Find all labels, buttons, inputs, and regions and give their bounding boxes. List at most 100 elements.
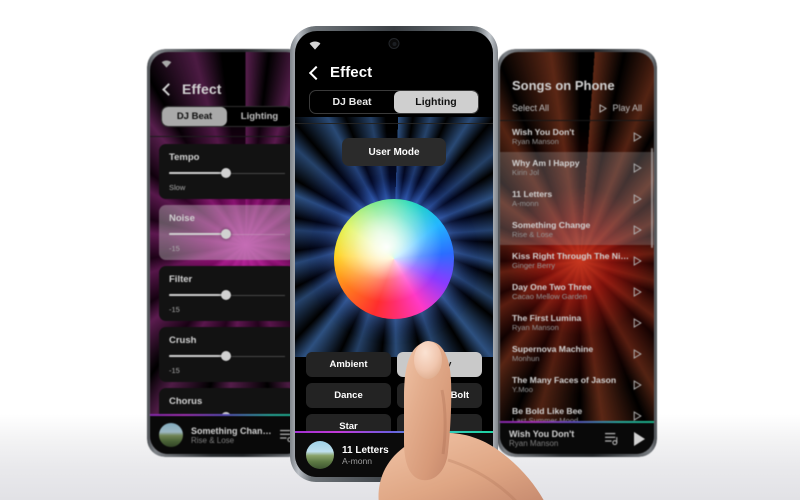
play-outline-icon <box>633 317 642 328</box>
effect-slider[interactable] <box>169 290 285 300</box>
effect-label: Chorus <box>169 396 203 407</box>
effect-card-tempo[interactable]: Tempo Slow <box>159 144 295 199</box>
song-play-button[interactable] <box>633 317 642 328</box>
song-play-button[interactable] <box>633 348 642 359</box>
wifi-icon <box>309 41 321 50</box>
effect-label: Tempo <box>169 152 200 163</box>
center-app-header: Effect <box>295 61 493 90</box>
screenshot-stage: Effect DJ Beat Lighting Tempo Slow Noise… <box>0 0 800 500</box>
color-wheel-area <box>295 166 493 352</box>
song-play-button[interactable] <box>633 131 642 142</box>
song-artist: Rise & Lose <box>512 230 553 239</box>
song-title: The First Lumina <box>512 313 582 323</box>
back-chevron-icon[interactable] <box>308 65 324 80</box>
play-outline-icon <box>633 379 642 390</box>
play-icon[interactable] <box>634 431 645 446</box>
song-play-button[interactable] <box>633 162 642 173</box>
slider-knob[interactable] <box>221 290 232 300</box>
effect-value: -15 <box>169 244 180 253</box>
song-play-button[interactable] <box>633 224 642 235</box>
song-play-button[interactable] <box>633 286 642 297</box>
effect-slider[interactable] <box>169 351 285 361</box>
hand-pointing-finger <box>378 341 544 500</box>
song-play-button[interactable] <box>633 255 642 266</box>
album-art-thumbnail <box>159 423 183 447</box>
color-wheel-sheen <box>334 199 454 319</box>
slider-knob[interactable] <box>221 168 232 178</box>
header-divider <box>295 123 493 124</box>
user-mode-button[interactable]: User Mode <box>342 138 446 166</box>
right-status-bar <box>500 52 654 70</box>
tab-dj-beat[interactable]: DJ Beat <box>162 107 227 126</box>
play-outline-icon <box>633 410 642 421</box>
song-title: Something Change <box>512 220 591 230</box>
play-outline-icon <box>633 224 642 235</box>
effect-slider[interactable] <box>169 229 285 239</box>
tab-lighting[interactable]: Lighting <box>394 91 478 113</box>
left-phone-screen: Effect DJ Beat Lighting Tempo Slow Noise… <box>150 52 304 454</box>
left-now-playing-bar[interactable]: Something Change Rise & Lose <box>150 414 304 454</box>
left-app-header: Effect <box>150 78 304 106</box>
song-play-button[interactable] <box>633 193 642 204</box>
now-playing-title: Something Change <box>191 425 272 436</box>
effect-label: Noise <box>169 213 195 224</box>
song-row[interactable]: Something Change Rise & Lose <box>500 214 654 245</box>
effect-value: Slow <box>169 183 186 192</box>
slider-knob[interactable] <box>221 351 232 361</box>
effect-label: Filter <box>169 274 193 285</box>
slider-knob[interactable] <box>221 229 232 239</box>
song-play-button[interactable] <box>633 410 642 421</box>
play-outline-icon <box>633 162 642 173</box>
song-row[interactable]: 11 Letters A-monn <box>500 183 654 214</box>
list-toolbar: Select All Play All <box>500 103 654 121</box>
song-artist: Ginger Berry <box>512 261 556 270</box>
effect-card-noise[interactable]: Noise -15 <box>159 205 295 260</box>
song-title: Day One Two Three <box>512 282 592 292</box>
song-title: 11 Letters <box>512 189 553 199</box>
song-row[interactable]: Kiss Right Through The Night Ginger Berry <box>500 245 654 276</box>
play-outline-icon <box>633 131 642 142</box>
wifi-icon <box>161 60 172 68</box>
effect-list: Tempo Slow Noise -15 Filter -15 Crush -1… <box>150 137 304 454</box>
tab-lighting[interactable]: Lighting <box>227 107 292 126</box>
play-all-button[interactable]: Play All <box>599 103 642 113</box>
play-all-label: Play All <box>612 103 642 113</box>
song-row[interactable]: Why Am I Happy Kirin Jol <box>500 152 654 183</box>
front-camera-punch-hole <box>388 38 400 49</box>
play-outline-icon <box>599 103 608 113</box>
song-artist: Ryan Manson <box>512 137 559 146</box>
effect-value: -15 <box>169 366 180 375</box>
effect-value: -15 <box>169 305 180 314</box>
page-title: Songs on Phone <box>512 78 615 93</box>
play-outline-icon <box>633 193 642 204</box>
left-phone: Effect DJ Beat Lighting Tempo Slow Noise… <box>147 49 307 457</box>
song-title: Kiss Right Through The Night <box>512 251 633 261</box>
song-row[interactable]: Day One Two Three Cacao Mellow Garden <box>500 276 654 307</box>
song-artist: A-monn <box>512 199 539 208</box>
play-outline-icon <box>633 348 642 359</box>
song-title: Wish You Don't <box>512 127 575 137</box>
left-tab-bar: DJ Beat Lighting <box>161 106 293 127</box>
fingernail <box>414 341 442 379</box>
back-chevron-icon[interactable] <box>162 82 175 96</box>
song-artist: Kirin Jol <box>512 168 540 177</box>
page-title: Effect <box>330 64 373 81</box>
effect-card-crush[interactable]: Crush -15 <box>159 327 295 382</box>
song-artist: Cacao Mellow Garden <box>512 292 588 301</box>
song-play-button[interactable] <box>633 379 642 390</box>
effect-label: Crush <box>169 335 197 346</box>
play-outline-icon <box>633 255 642 266</box>
effect-slider[interactable] <box>169 168 285 178</box>
left-status-bar <box>150 52 304 78</box>
song-row[interactable]: Wish You Don't Ryan Manson <box>500 121 654 152</box>
tab-dj-beat[interactable]: DJ Beat <box>310 91 394 113</box>
queue-music-icon[interactable] <box>605 432 620 445</box>
page-title: Effect <box>182 81 222 97</box>
now-playing-artist: Rise & Lose <box>191 435 235 445</box>
play-outline-icon <box>633 286 642 297</box>
song-title: Why Am I Happy <box>512 158 580 168</box>
center-tab-bar: DJ Beat Lighting <box>309 90 479 114</box>
select-all-button[interactable]: Select All <box>512 103 549 113</box>
center-status-bar <box>295 31 493 61</box>
effect-card-filter[interactable]: Filter -15 <box>159 266 295 321</box>
